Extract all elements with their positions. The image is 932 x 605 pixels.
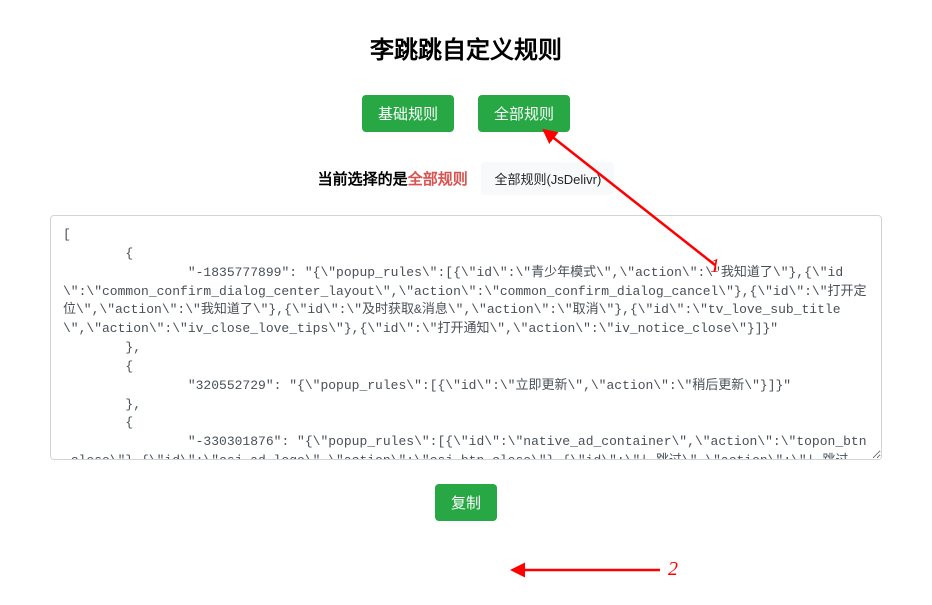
all-rules-button[interactable]: 全部规则 (478, 95, 570, 132)
selection-prefix-label: 当前选择的是 (318, 170, 408, 188)
rules-textarea[interactable] (50, 215, 882, 460)
copy-button[interactable]: 复制 (435, 484, 497, 521)
basic-rules-button[interactable]: 基础规则 (362, 95, 454, 132)
rule-type-buttons: 基础规则 全部规则 (50, 95, 882, 132)
annotation-label-2: 2 (668, 558, 678, 581)
selection-status-row: 当前选择的是全部规则 全部规则(JsDelivr) (50, 162, 882, 195)
annotation-arrow-2 (510, 548, 690, 598)
annotation-label-1: 1 (710, 255, 720, 278)
jsdelivr-button[interactable]: 全部规则(JsDelivr) (481, 162, 614, 195)
page-title: 李跳跳自定义规则 (50, 30, 882, 65)
copy-row: 复制 (50, 484, 882, 521)
selection-value-label: 全部规则 (408, 170, 468, 188)
